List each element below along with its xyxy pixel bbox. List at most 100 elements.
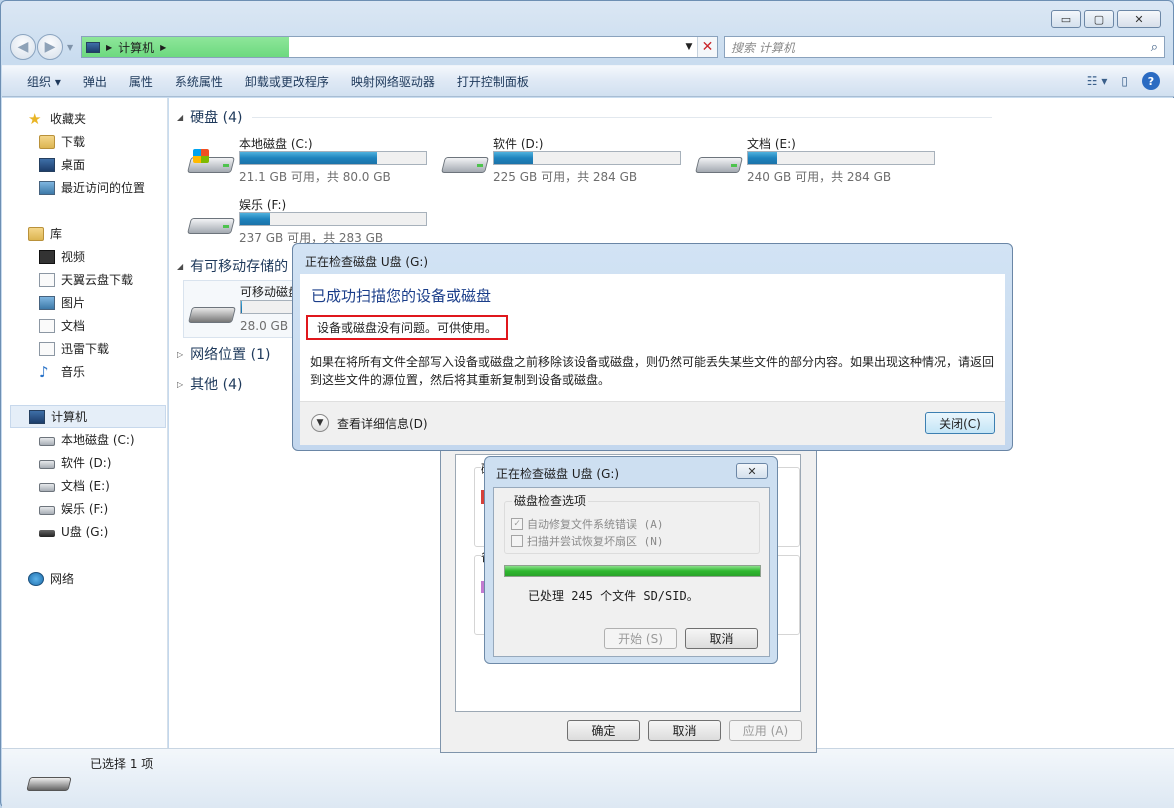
drive-tile-d[interactable]: 软件 (D:) 225 GB 可用，共 284 GB	[441, 135, 691, 191]
sidebar-item-network[interactable]: 网络	[2, 567, 168, 590]
checkbox-icon[interactable]	[511, 535, 523, 547]
start-button[interactable]: 开始 (S)	[604, 628, 677, 649]
toolbar-uninstall[interactable]: 卸载或更改程序	[234, 73, 340, 90]
removable-header[interactable]: ◢ 有可移动存储的	[177, 256, 288, 276]
sidebar-label: 文档	[61, 319, 86, 333]
drive-name: 可移动磁盘	[240, 285, 301, 299]
options-group-label: 磁盘检查选项	[512, 492, 589, 509]
sidebar-item-pictures[interactable]: 图片	[2, 291, 168, 314]
drive-usage-fill	[748, 152, 777, 164]
view-options-icon[interactable]: ☷ ▾	[1087, 74, 1108, 88]
toolbar-eject[interactable]: 弹出	[72, 73, 118, 90]
selection-status: 已选择 1 项	[90, 757, 154, 771]
toolbar-properties[interactable]: 属性	[118, 73, 164, 90]
sidebar-item-computer[interactable]: 计算机	[10, 405, 166, 428]
toolbar-system-properties[interactable]: 系统属性	[164, 73, 234, 90]
address-bar[interactable]: ▶ 计算机 ▶ ▼ ✕	[81, 36, 718, 58]
dialog-body: 已成功扫描您的设备或磁盘 设备或磁盘没有问题。可供使用。 如果在将所有文件全部写…	[300, 274, 1005, 401]
system-drive-icon	[187, 149, 235, 177]
desktop-icon	[39, 157, 55, 172]
sidebar-item-music[interactable]: ♪ 音乐	[2, 360, 168, 383]
drive-usage-bar	[239, 212, 427, 226]
chevron-right-icon[interactable]: ▶	[160, 43, 166, 52]
network-icon	[28, 571, 44, 586]
preview-pane-icon[interactable]: ▯	[1121, 74, 1128, 88]
recent-pages-dropdown[interactable]: ▼	[67, 43, 73, 52]
computer-group: 计算机 本地磁盘 (C:) 软件 (D:) 文档 (E:) 娱乐 (F:) U盘…	[2, 405, 168, 543]
expand-triangle-icon[interactable]: ◢	[177, 113, 183, 122]
minimize-button[interactable]: ▭	[1051, 10, 1081, 28]
drive-tile-e[interactable]: 文档 (E:) 240 GB 可用，共 284 GB	[695, 135, 945, 191]
sidebar-label: 迅雷下载	[61, 342, 110, 356]
show-details-toggle[interactable]: ▼ 查看详细信息(D)	[311, 414, 428, 432]
computer-icon	[29, 409, 45, 424]
search-input[interactable]: 搜索 计算机 ⌕	[724, 36, 1165, 58]
checkbox-checked-icon[interactable]: ✓	[511, 518, 523, 530]
sidebar-label: 视频	[61, 250, 86, 264]
sidebar-item-favorites[interactable]: ★ 收藏夹	[2, 107, 168, 130]
toolbar-organize[interactable]: 组织 ▾	[16, 73, 72, 90]
sidebar-item-drive-d[interactable]: 软件 (D:)	[2, 451, 168, 474]
picture-icon	[39, 295, 55, 310]
dialog-body: 磁盘检查选项 ✓ 自动修复文件系统错误 (A) 扫描并尝试恢复坏扇区 (N) 已…	[493, 487, 770, 657]
help-icon[interactable]: ?	[1142, 72, 1160, 90]
sidebar-item-videos[interactable]: 视频	[2, 245, 168, 268]
toolbar-map-drive[interactable]: 映射网络驱动器	[340, 73, 446, 90]
forward-button[interactable]: ▶	[37, 34, 63, 60]
scan-recover-option[interactable]: 扫描并尝试恢复坏扇区 (N)	[511, 533, 664, 549]
sidebar-item-drive-f[interactable]: 娱乐 (F:)	[2, 497, 168, 520]
expand-triangle-icon[interactable]: ◢	[177, 262, 183, 271]
collapse-triangle-icon[interactable]: ▷	[177, 380, 183, 389]
drive-tile-g[interactable]: 可移动磁盘 28.0 GB	[183, 280, 303, 338]
stop-loading-icon[interactable]: ✕	[697, 37, 717, 57]
cancel-check-button[interactable]: 取消	[685, 628, 758, 649]
sidebar-item-libraries[interactable]: 库	[2, 222, 168, 245]
address-crumb-computer[interactable]: 计算机	[118, 39, 154, 56]
sidebar-item-xunlei[interactable]: 迅雷下载	[2, 337, 168, 360]
ok-button[interactable]: 确定	[567, 720, 640, 741]
sidebar-item-drive-g[interactable]: U盘 (G:)	[2, 520, 168, 543]
sidebar-item-drive-e[interactable]: 文档 (E:)	[2, 474, 168, 497]
section-title: 网络位置 (1)	[190, 347, 271, 363]
drive-free-space: 28.0 GB	[240, 319, 289, 333]
other-header[interactable]: ▷ 其他 (4)	[177, 374, 242, 394]
sidebar-item-desktop[interactable]: 桌面	[2, 153, 168, 176]
chevron-down-icon[interactable]: ▼	[311, 414, 329, 432]
close-button[interactable]: 关闭(C)	[925, 412, 995, 434]
sidebar-label: 桌面	[61, 158, 86, 172]
drive-name: 文档 (E:)	[747, 137, 796, 151]
collapse-triangle-icon[interactable]: ▷	[177, 350, 183, 359]
sidebar-label: 娱乐 (F:)	[61, 502, 109, 516]
maximize-button[interactable]: ▢	[1084, 10, 1114, 28]
usb-drive-icon	[188, 299, 236, 327]
chevron-right-icon[interactable]: ▶	[106, 43, 112, 52]
hard-disks-header[interactable]: ◢ 硬盘 (4)	[177, 107, 993, 127]
drive-free-space: 225 GB 可用，共 284 GB	[493, 170, 638, 184]
sidebar-item-drive-c[interactable]: 本地磁盘 (C:)	[2, 428, 168, 451]
result-heading: 已成功扫描您的设备或磁盘	[311, 287, 492, 305]
navigation-pane: ★ 收藏夹 下载 桌面 最近访问的位置 库 视频 天翼云盘下载 图片 文档 迅雷…	[2, 98, 168, 748]
progress-text: 已处理 245 个文件 SD/SID。	[528, 589, 699, 603]
drive-usage-fill	[241, 301, 242, 313]
search-icon[interactable]: ⌕	[1151, 40, 1158, 55]
command-bar: 组织 ▾ 弹出 属性 系统属性 卸载或更改程序 映射网络驱动器 打开控制面板 ☷…	[2, 65, 1174, 97]
drive-name: 本地磁盘 (C:)	[239, 137, 313, 151]
auto-fix-option[interactable]: ✓ 自动修复文件系统错误 (A)	[511, 516, 664, 532]
address-dropdown-icon[interactable]: ▼	[681, 42, 697, 52]
apply-button[interactable]: 应用 (A)	[729, 720, 802, 741]
drive-name: 娱乐 (F:)	[239, 198, 287, 212]
option-label: 扫描并尝试恢复坏扇区 (N)	[527, 535, 664, 548]
drive-tile-c[interactable]: 本地磁盘 (C:) 21.1 GB 可用，共 80.0 GB	[187, 135, 437, 191]
cancel-button[interactable]: 取消	[648, 720, 721, 741]
libraries-group: 库 视频 天翼云盘下载 图片 文档 迅雷下载 ♪ 音乐	[2, 222, 168, 383]
sidebar-label: 下载	[61, 135, 86, 149]
sidebar-item-documents[interactable]: 文档	[2, 314, 168, 337]
back-button[interactable]: ◀	[10, 34, 36, 60]
close-dialog-button[interactable]: ✕	[736, 463, 768, 479]
close-window-button[interactable]: ✕	[1117, 10, 1161, 28]
toolbar-control-panel[interactable]: 打开控制面板	[446, 73, 540, 90]
sidebar-item-tianyi[interactable]: 天翼云盘下载	[2, 268, 168, 291]
network-locations-header[interactable]: ▷ 网络位置 (1)	[177, 344, 270, 364]
sidebar-item-recent[interactable]: 最近访问的位置	[2, 176, 168, 199]
sidebar-item-downloads[interactable]: 下载	[2, 130, 168, 153]
